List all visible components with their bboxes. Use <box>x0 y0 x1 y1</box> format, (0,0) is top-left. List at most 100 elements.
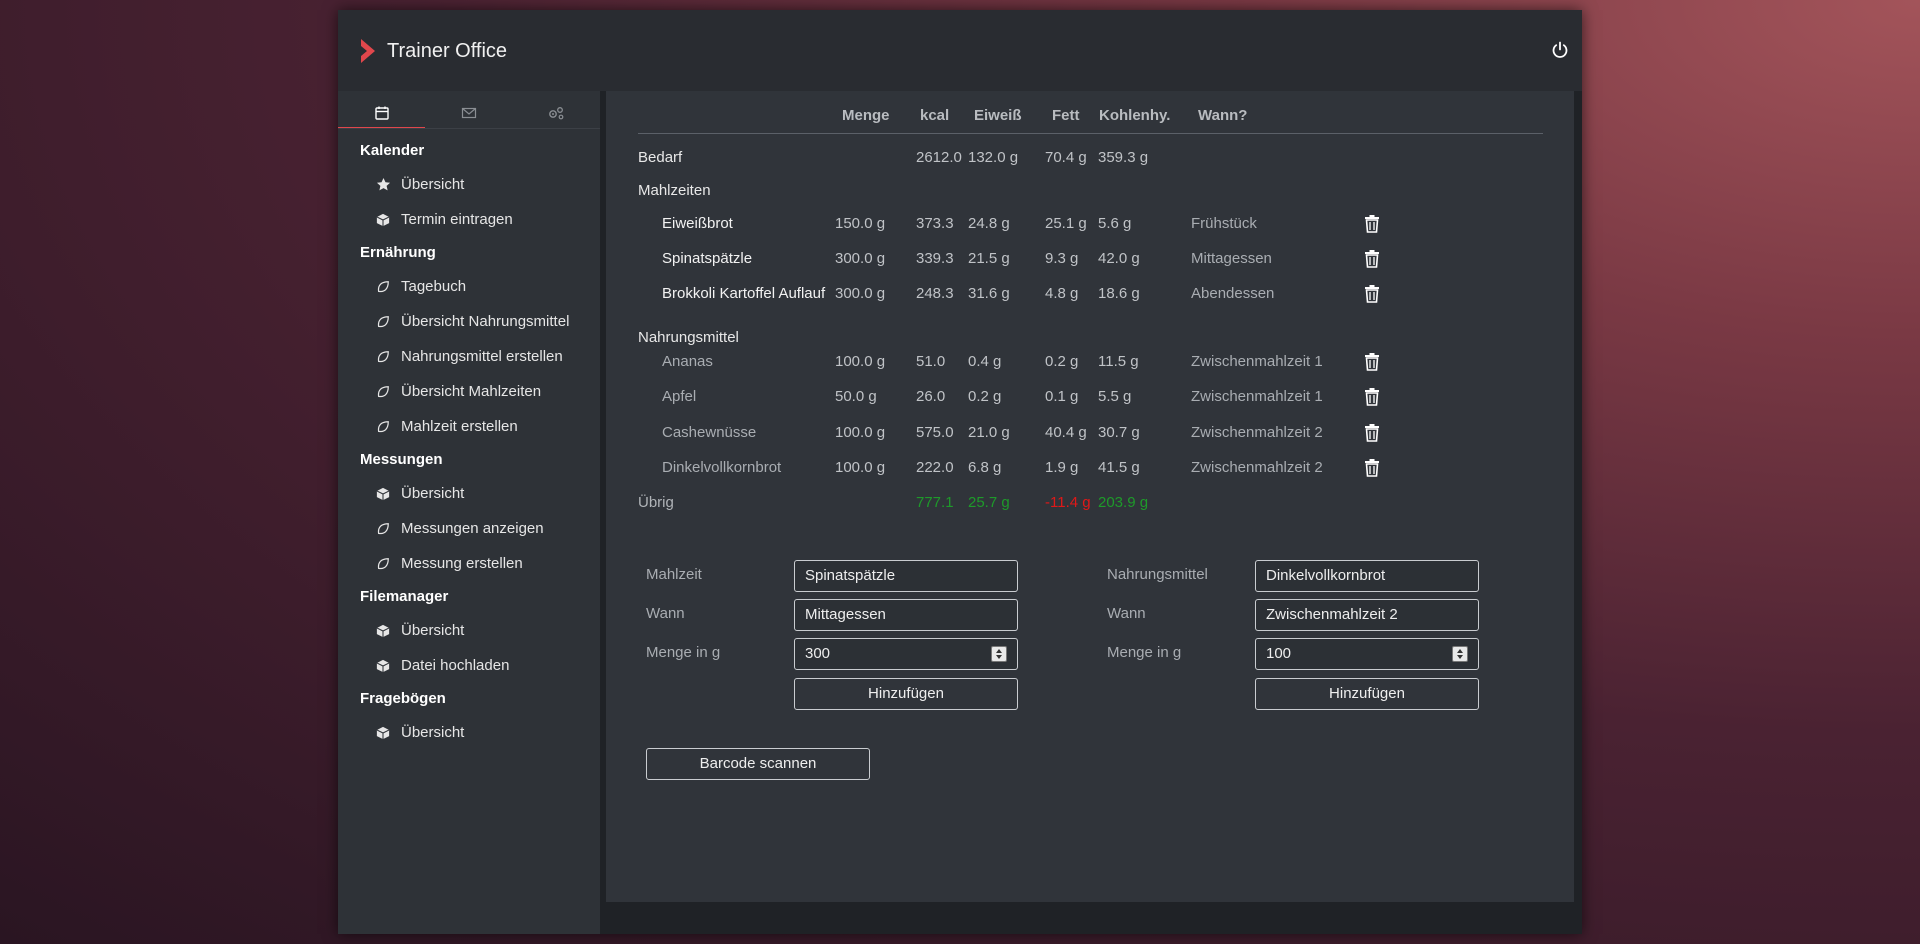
sidebar-item[interactable]: Übersicht <box>338 476 600 511</box>
trash-icon[interactable] <box>1364 284 1380 303</box>
row-menge: 50.0 g <box>835 388 877 405</box>
leaf-icon <box>375 556 391 572</box>
trash-icon[interactable] <box>1364 387 1380 406</box>
star-icon <box>375 177 391 193</box>
nav-section-title: Kalender <box>360 142 425 159</box>
trash-icon[interactable] <box>1364 249 1380 268</box>
meal-menge-label: Menge in g <box>646 644 721 661</box>
nav-section-title: Fragebögen <box>360 690 446 707</box>
calendar-icon <box>374 106 389 120</box>
row-kohlenhydrate: 11.5 g <box>1098 353 1139 370</box>
sidebar-item[interactable]: Termin eintragen <box>338 202 600 237</box>
row-kohlenhydrate: 18.6 g <box>1098 285 1140 302</box>
sidebar-item[interactable]: Tagebuch <box>338 269 600 304</box>
tab-calendar[interactable] <box>338 91 425 135</box>
mahlzeit-label: Mahlzeit <box>646 566 702 583</box>
uebrig-kohlenhydrate: 203.9 g <box>1098 494 1149 511</box>
food-menge-input[interactable]: 100 <box>1255 638 1479 670</box>
row-wann: Zwischenmahlzeit 1 <box>1191 388 1323 405</box>
trash-icon[interactable] <box>1364 458 1380 477</box>
mail-icon <box>461 107 476 119</box>
row-fett: 0.1 g <box>1045 388 1079 405</box>
mahlzeit-input[interactable]: Spinatspätzle <box>794 560 1018 592</box>
mahlzeiten-section-label: Mahlzeiten <box>638 182 711 199</box>
sidebar-item-label: Übersicht Mahlzeiten <box>401 383 542 400</box>
row-wann: Zwischenmahlzeit 2 <box>1191 424 1323 441</box>
food-menge-stepper[interactable] <box>1452 646 1468 662</box>
row-name: Apfel <box>662 388 697 405</box>
row-kohlenhydrate: 5.5 g <box>1098 388 1132 405</box>
row-name: Spinatspätzle <box>662 250 753 267</box>
add-meal-button[interactable]: Hinzufügen <box>794 678 1018 710</box>
bedarf-label: Bedarf <box>638 149 683 166</box>
main-area: Menge kcal Eiweiß Fett Kohlenhy. Wann? B… <box>600 91 1582 934</box>
sidebar-item[interactable]: Messung erstellen <box>338 546 600 581</box>
row-fett: 25.1 g <box>1045 215 1087 232</box>
meal-menge-value: 300 <box>805 645 831 662</box>
food-menge-value: 100 <box>1266 645 1292 662</box>
top-bar: Trainer Office <box>338 10 1582 91</box>
row-fett: 40.4 g <box>1045 424 1087 441</box>
sidebar-item[interactable]: Übersicht Mahlzeiten <box>338 374 600 409</box>
row-kcal: 248.3 <box>916 285 954 302</box>
row-fett: 9.3 g <box>1045 250 1079 267</box>
sidebar-item-label: Datei hochladen <box>401 657 510 674</box>
uebrig-label: Übrig <box>638 494 674 511</box>
sidebar-item[interactable]: Messungen anzeigen <box>338 511 600 546</box>
meal-menge-input[interactable]: 300 <box>794 638 1018 670</box>
power-icon[interactable] <box>1550 40 1570 60</box>
sidebar-item[interactable]: Nahrungsmittel erstellen <box>338 339 600 374</box>
row-kcal: 575.0 <box>916 424 954 441</box>
sidebar-item[interactable]: Übersicht <box>338 167 600 202</box>
app-window: Trainer Office Kalender Übersicht Termin… <box>338 10 1582 934</box>
nahrungsmittel-input[interactable]: Dinkelvollkornbrot <box>1255 560 1479 592</box>
sidebar-item[interactable]: Übersicht Nahrungsmittel <box>338 304 600 339</box>
nahrungsmittel-section-label: Nahrungsmittel <box>638 329 739 346</box>
trash-icon[interactable] <box>1364 352 1380 371</box>
row-eiweiss: 6.8 g <box>968 459 1002 476</box>
barcode-scan-button[interactable]: Barcode scannen <box>646 748 870 780</box>
app-title: Trainer Office <box>387 40 508 62</box>
sidebar-item-label: Messungen anzeigen <box>401 520 544 537</box>
leaf-icon <box>375 349 391 365</box>
row-wann: Abendessen <box>1191 285 1275 302</box>
trash-icon[interactable] <box>1364 214 1380 233</box>
leaf-icon <box>375 279 391 295</box>
row-eiweiss: 21.0 g <box>968 424 1010 441</box>
cube-icon <box>375 486 391 502</box>
nahrungsmittel-label: Nahrungsmittel <box>1107 566 1208 583</box>
meal-wann-input[interactable]: Mittagessen <box>794 599 1018 631</box>
row-kohlenhydrate: 30.7 g <box>1098 424 1140 441</box>
add-food-button[interactable]: Hinzufügen <box>1255 678 1479 710</box>
tab-mail[interactable] <box>425 91 512 135</box>
row-fett: 4.8 g <box>1045 285 1079 302</box>
sidebar: Kalender Übersicht Termin eintragen Ernähru… <box>338 91 600 934</box>
sidebar-tabs <box>338 91 600 135</box>
meal-menge-stepper[interactable] <box>991 646 1007 662</box>
row-fett: 1.9 g <box>1045 459 1079 476</box>
header-kcal: kcal <box>920 107 950 124</box>
uebrig-kcal: 777.1 <box>916 494 954 511</box>
tab-settings[interactable] <box>512 91 599 135</box>
sidebar-item[interactable]: Mahlzeit erstellen <box>338 409 600 444</box>
sidebar-item[interactable]: Datei hochladen <box>338 648 600 683</box>
row-kcal: 339.3 <box>916 250 954 267</box>
cube-icon <box>375 212 391 228</box>
sidebar-item[interactable]: Übersicht <box>338 613 600 648</box>
food-wann-input[interactable]: Zwischenmahlzeit 2 <box>1255 599 1479 631</box>
food-menge-label: Menge in g <box>1107 644 1182 661</box>
trash-icon[interactable] <box>1364 423 1380 442</box>
header-kohlenhydrate: Kohlenhy. <box>1099 107 1171 124</box>
row-name: Eiweißbrot <box>662 215 733 232</box>
row-kcal: 222.0 <box>916 459 954 476</box>
row-wann: Zwischenmahlzeit 1 <box>1191 353 1323 370</box>
row-eiweiss: 21.5 g <box>968 250 1010 267</box>
nav-section-title: Ernährung <box>360 244 436 261</box>
sidebar-item[interactable]: Übersicht <box>338 715 600 750</box>
row-menge: 300.0 g <box>835 250 886 267</box>
leaf-icon <box>375 419 391 435</box>
row-kcal: 373.3 <box>916 215 954 232</box>
logo-chevron-icon <box>361 39 375 63</box>
leaf-icon <box>375 384 391 400</box>
row-kohlenhydrate: 41.5 g <box>1098 459 1140 476</box>
